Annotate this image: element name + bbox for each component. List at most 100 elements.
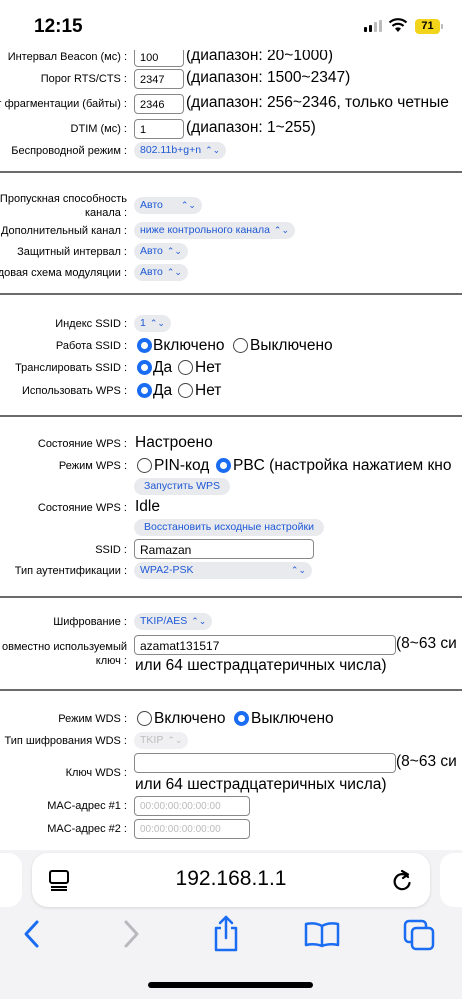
beacon-input[interactable]: 100: [134, 47, 184, 67]
broadcast-yes-radio[interactable]: [137, 360, 152, 375]
ssid-work-on-label: Включено: [153, 337, 225, 354]
share-icon[interactable]: [211, 914, 241, 954]
wds-key-input[interactable]: [134, 753, 396, 773]
auth-type-label: Тип аутентификации :: [14, 565, 127, 577]
ssid-label: SSID :: [95, 544, 127, 556]
signal-icon: [364, 20, 384, 32]
back-icon[interactable]: [21, 918, 43, 950]
home-indicator: [148, 982, 313, 988]
wds-key-hint-1: (8~63 си: [396, 753, 457, 770]
bookmarks-icon[interactable]: [304, 920, 340, 948]
ssid-index-label: Индекс SSID :: [55, 318, 127, 330]
bandwidth-label: Пропускная способность канала :: [0, 193, 127, 219]
psk-label: овместно используемый ключ :: [2, 641, 127, 667]
start-wps-button[interactable]: Запустить WPS: [134, 478, 231, 495]
bandwidth-select[interactable]: Авто ⌃⌄: [134, 197, 202, 214]
broadcast-no-radio[interactable]: [178, 360, 193, 375]
ssid-work-label: Работа SSID :: [55, 340, 127, 352]
wds-mode-label: Режим WDS :: [58, 713, 127, 725]
chevron-updown-icon: ⌃⌄: [166, 267, 182, 277]
wds-on-radio[interactable]: [137, 711, 152, 726]
chevron-updown-icon: ⌃⌄: [273, 225, 290, 235]
ext-channel-select[interactable]: ниже контрольного канала ⌃⌄: [134, 222, 296, 239]
ssid-work-off-radio[interactable]: [233, 338, 248, 353]
wds-key-label: Ключ WDS :: [65, 767, 127, 779]
use-wps-yes-radio[interactable]: [137, 383, 152, 398]
dtim-hint: (диапазон: 1~255): [186, 119, 316, 136]
psk-input[interactable]: azamat131517: [134, 635, 396, 655]
wds-cipher-select[interactable]: TKIP ⌃⌄: [134, 732, 189, 749]
frag-input[interactable]: 2346: [134, 94, 184, 114]
broadcast-no-label: Нет: [195, 359, 222, 376]
wds-cipher-value: TKIP: [140, 734, 164, 746]
broadcast-yes-label: Да: [153, 359, 173, 376]
auth-type-select[interactable]: WPA2-PSK ⌃⌄: [134, 562, 312, 579]
reload-icon[interactable]: [391, 868, 413, 892]
section-divider: [0, 689, 462, 691]
battery-icon: 71: [415, 19, 440, 34]
ssid-input[interactable]: Ramazan: [134, 539, 314, 559]
section-divider: [0, 415, 462, 417]
wps-mode-label: Режим WPS :: [58, 460, 127, 472]
ssid-work-on-radio[interactable]: [137, 338, 152, 353]
guard-select[interactable]: Авто ⌃⌄: [134, 243, 188, 260]
wps-state-value: Настроено: [135, 434, 213, 451]
frag-hint: (диапазон: 256~2346, только четные: [186, 94, 449, 111]
rts-hint: (диапазон: 1500~2347): [186, 69, 351, 86]
router-settings-page[interactable]: Интервал Beacon (мс) : 100 (диапазон: 20…: [0, 40, 462, 850]
dtim-input[interactable]: 1: [134, 119, 184, 139]
forward-icon[interactable]: [120, 918, 142, 950]
wireless-mode-select[interactable]: 802.11b+g+n ⌃⌄: [134, 142, 227, 159]
wifi-icon: [388, 18, 408, 32]
ssid-index-select[interactable]: 1 ⌃⌄: [134, 315, 171, 332]
chevron-updown-icon: ⌃⌄: [191, 616, 207, 626]
psk-hint-2: или 64 шестрадцатеричных числа): [135, 657, 387, 674]
rts-input[interactable]: 2347: [134, 69, 184, 89]
wps-state2-value: Idle: [135, 498, 160, 515]
psk-hint-1: (8~63 си: [396, 635, 457, 652]
rts-label: Порог RTS/CTS :: [40, 73, 127, 85]
ssid-index-value: 1: [140, 317, 146, 329]
tabs-icon[interactable]: [402, 918, 436, 952]
ext-channel-value: ниже контрольного канала: [140, 224, 270, 236]
wireless-mode-value: 802.11b+g+n: [140, 144, 202, 156]
use-wps-no-label: Нет: [195, 382, 222, 399]
cipher-select[interactable]: TKIP/AES ⌃⌄: [134, 613, 213, 630]
chevron-updown-icon: ⌃⌄: [290, 565, 306, 575]
mcs-select[interactable]: Авто ⌃⌄: [134, 264, 188, 281]
use-wps-label: Использовать WPS :: [21, 385, 127, 397]
restore-defaults-button[interactable]: Восстановить исходные настройки: [134, 519, 324, 536]
wps-state2-label: Состояние WPS :: [37, 502, 127, 514]
ext-channel-label: Дополнительный канал :: [0, 225, 127, 237]
wds-key-hint-2: или 64 шестрадцатеричных числа): [135, 776, 387, 793]
wps-state-label: Состояние WPS :: [37, 438, 127, 450]
mcs-label: довая схема модуляции :: [0, 267, 127, 279]
ssid-work-off-label: Выключено: [250, 337, 333, 354]
wireless-mode-label: Беспроводной режим :: [11, 145, 127, 157]
broadcast-label: Транслировать SSID :: [15, 362, 127, 374]
clock: 12:15: [34, 16, 83, 37]
use-wps-no-radio[interactable]: [178, 383, 193, 398]
mac1-input[interactable]: 00:00:00:00:00:00: [134, 796, 250, 816]
bandwidth-value: Авто: [140, 199, 163, 211]
wps-pin-radio[interactable]: [137, 458, 152, 473]
frag-label: г фрагментации (байты) :: [0, 98, 127, 110]
wps-pbc-label: PBC (настройка нажатием кно: [233, 457, 452, 474]
guard-value: Авто: [140, 245, 163, 257]
battery-tip: [441, 24, 443, 29]
section-divider: [0, 596, 462, 598]
auth-type-value: WPA2-PSK: [140, 564, 194, 576]
wps-pin-label: PIN-код: [154, 457, 210, 474]
wds-off-radio[interactable]: [234, 711, 249, 726]
mac2-input[interactable]: 00:00:00:00:00:00: [134, 819, 250, 839]
section-divider: [0, 171, 462, 173]
chevron-updown-icon: ⌃⌄: [167, 735, 183, 745]
mcs-value: Авто: [140, 266, 163, 278]
chevron-updown-icon: ⌃⌄: [166, 246, 182, 256]
wps-pbc-radio[interactable]: [216, 458, 231, 473]
dtim-label: DTIM (мс) :: [70, 123, 127, 135]
use-wps-yes-label: Да: [153, 382, 173, 399]
cipher-value: TKIP/AES: [140, 615, 188, 627]
chevron-updown-icon: ⌃⌄: [180, 200, 196, 210]
mac2-label: MAC-адрес #2 :: [47, 823, 127, 835]
